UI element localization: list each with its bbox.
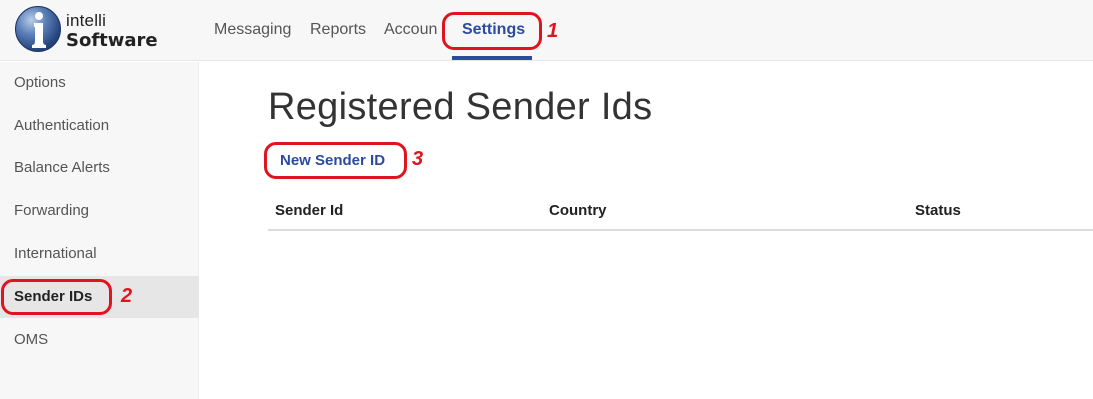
annotation-box-settings	[442, 12, 542, 50]
sidebar-item-balance-alerts[interactable]: Balance Alerts	[0, 147, 199, 189]
annotation-box-new-sender-id	[264, 142, 407, 179]
sender-ids-table-header: Sender Id Country Status	[268, 190, 1093, 231]
logo-text-intelli: intelli	[66, 11, 107, 30]
sidebar-item-authentication[interactable]: Authentication	[0, 105, 199, 147]
settings-sidebar: Options Authentication Balance Alerts Fo…	[0, 62, 199, 399]
annotation-number-3: 3	[412, 148, 424, 170]
annotation-box-sender-ids	[1, 279, 112, 315]
sidebar-item-oms[interactable]: OMS	[0, 319, 199, 361]
annotation-number-2: 2	[121, 285, 133, 307]
column-header-country[interactable]: Country	[549, 202, 607, 219]
page-title: Registered Sender Ids	[268, 86, 653, 128]
active-tab-indicator	[452, 56, 532, 60]
column-header-sender-id[interactable]: Sender Id	[275, 202, 343, 219]
logo-i-glyph-icon	[32, 12, 46, 48]
column-header-status[interactable]: Status	[915, 202, 961, 219]
intellisoftware-logo[interactable]: intelli Software	[13, 4, 163, 56]
nav-messaging[interactable]: Messaging	[214, 21, 291, 39]
annotation-number-1: 1	[547, 20, 559, 42]
nav-account[interactable]: Accoun	[384, 21, 440, 39]
nav-reports[interactable]: Reports	[310, 21, 366, 39]
sidebar-item-options[interactable]: Options	[0, 62, 199, 104]
sidebar-item-forwarding[interactable]: Forwarding	[0, 190, 199, 232]
sidebar-item-international[interactable]: International	[0, 233, 199, 275]
logo-globe-icon	[15, 6, 61, 52]
logo-text-software: Software	[66, 30, 158, 51]
